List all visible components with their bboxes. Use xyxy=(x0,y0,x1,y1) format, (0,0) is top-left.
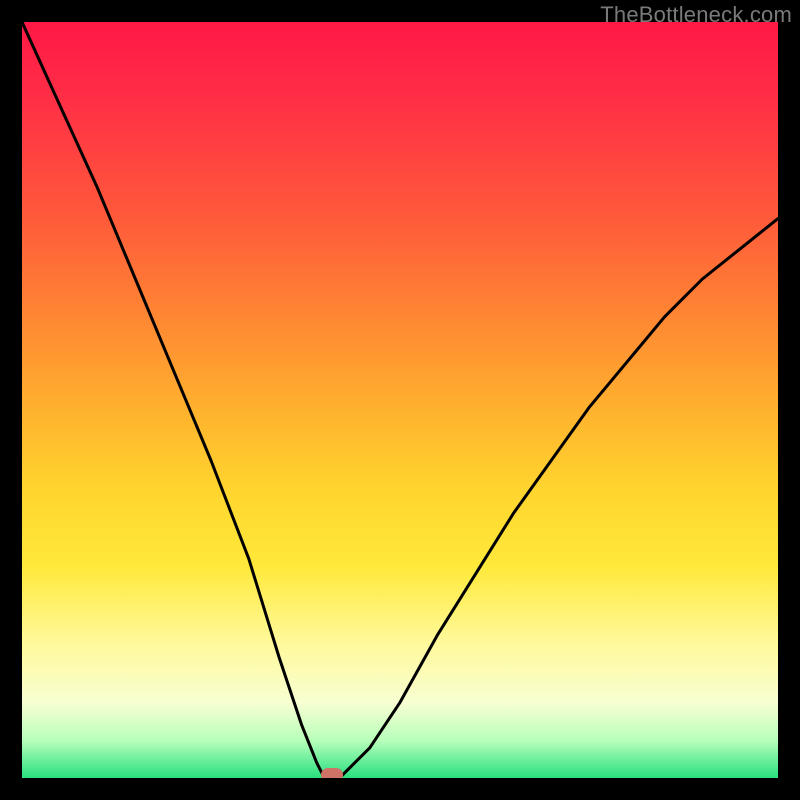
optimal-point-marker xyxy=(321,768,343,778)
chart-frame: TheBottleneck.com xyxy=(0,0,800,800)
watermark-text: TheBottleneck.com xyxy=(600,2,792,28)
bottleneck-curve xyxy=(22,22,778,778)
plot-area xyxy=(22,22,778,778)
